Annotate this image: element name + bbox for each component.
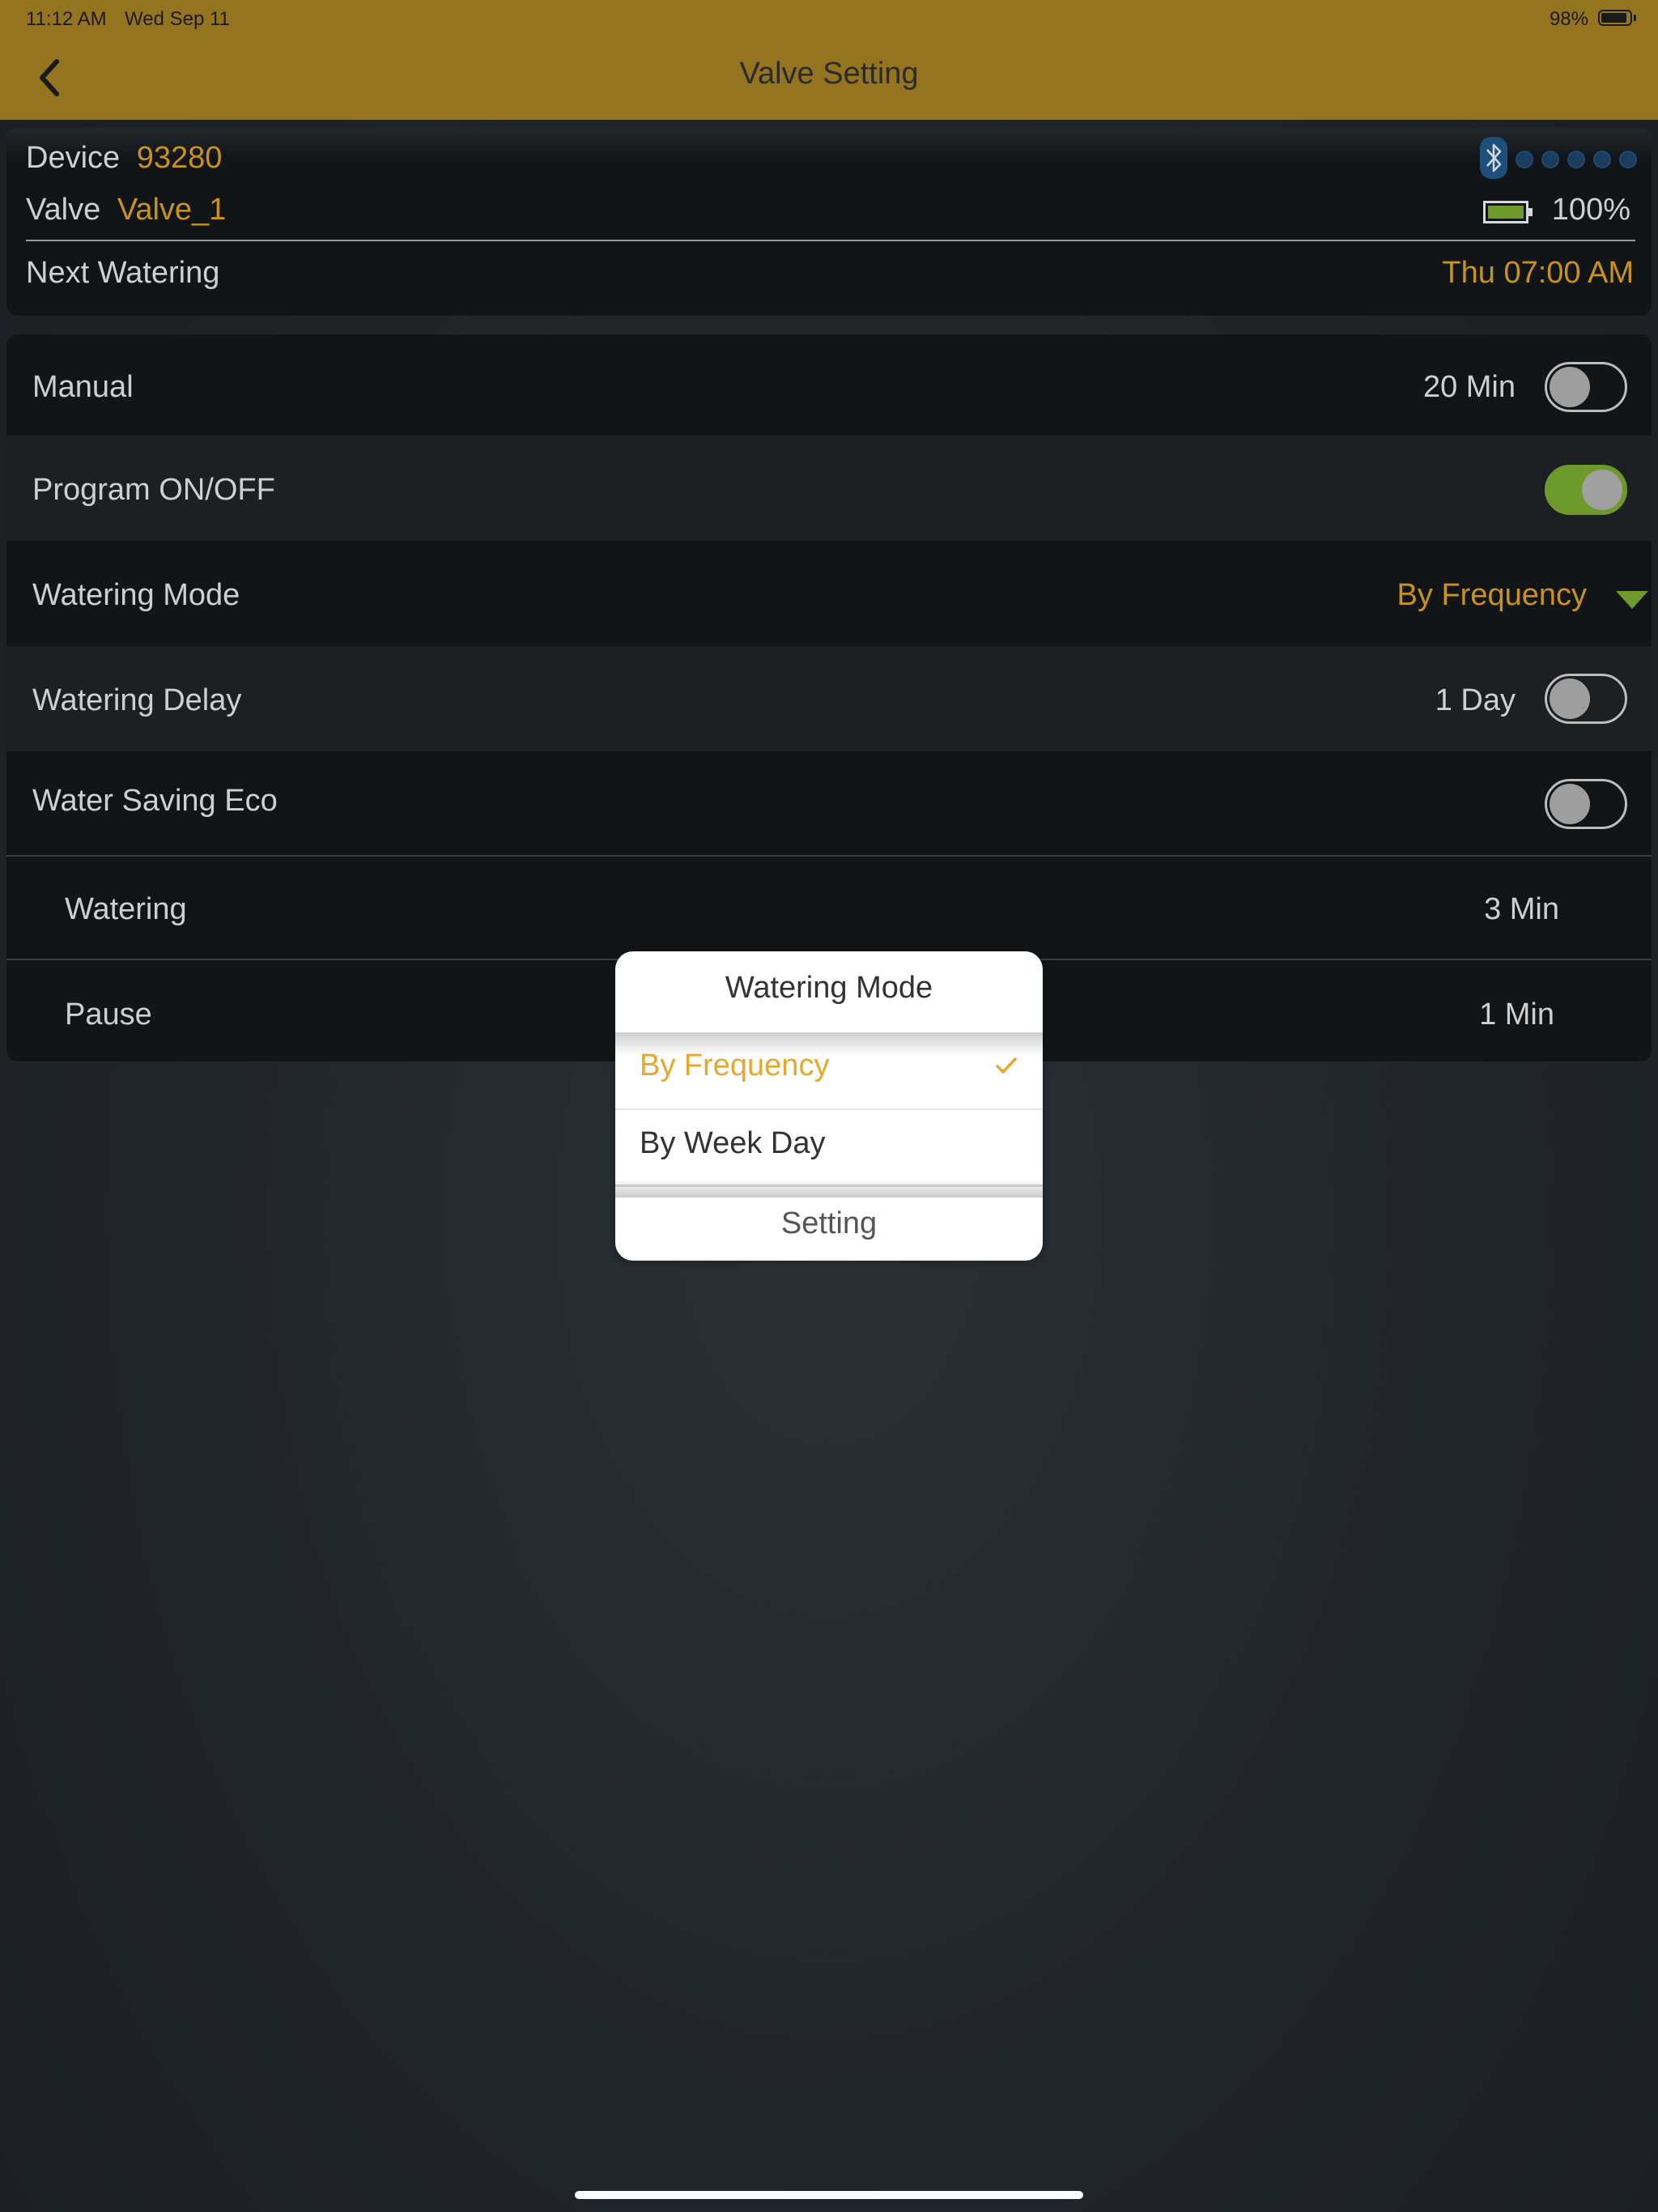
- status-date: Wed Sep 11: [125, 8, 230, 30]
- device-row: Device 93280: [26, 141, 222, 176]
- watering-mode-row[interactable]: Watering Mode By Frequency: [6, 541, 1652, 646]
- eco-watering-label: Watering: [65, 892, 187, 926]
- program-toggle[interactable]: [1545, 465, 1627, 515]
- status-time: 11:12 AM: [26, 8, 107, 30]
- valve-value: Valve_1: [117, 193, 227, 227]
- program-row[interactable]: Program ON/OFF: [6, 436, 1652, 541]
- device-battery-percent: 100%: [1551, 193, 1630, 227]
- next-watering-value: Thu 07:00 AM: [1442, 256, 1634, 290]
- signal-dot-icon: [1567, 151, 1585, 168]
- status-battery-percent: 98%: [1549, 8, 1588, 30]
- eco-watering-value[interactable]: 3 Min: [1484, 892, 1559, 927]
- popup-setting-button[interactable]: Setting: [615, 1206, 1043, 1241]
- eco-watering-row[interactable]: Watering 3 Min: [6, 857, 1652, 959]
- device-value: 93280: [136, 141, 223, 175]
- watering-mode-label: Watering Mode: [32, 578, 240, 612]
- watering-delay-toggle[interactable]: [1545, 674, 1627, 724]
- valve-row: Valve Valve_1: [26, 193, 226, 228]
- watering-mode-popup: Watering Mode By Frequency By Week Day S…: [615, 951, 1043, 1261]
- watering-mode-value[interactable]: By Frequency: [1397, 578, 1587, 613]
- eco-pause-label: Pause: [65, 998, 152, 1032]
- signal-dot-icon: [1516, 151, 1533, 168]
- info-divider: [26, 240, 1635, 241]
- water-saving-eco-row[interactable]: Water Saving Eco: [6, 751, 1652, 855]
- checkmark-icon: [996, 1057, 1017, 1074]
- option-by-frequency[interactable]: By Frequency: [640, 1049, 1018, 1083]
- dropdown-triangle-icon[interactable]: [1616, 591, 1648, 609]
- signal-dot-icon: [1619, 151, 1637, 168]
- option-by-week-day[interactable]: By Week Day: [640, 1126, 825, 1161]
- watering-delay-value[interactable]: 1 Day: [1435, 683, 1516, 718]
- manual-row[interactable]: Manual 20 Min: [6, 334, 1652, 436]
- watering-delay-label: Watering Delay: [32, 683, 242, 717]
- valve-label: Valve: [26, 193, 101, 227]
- next-watering-row: Next Watering: [26, 256, 219, 291]
- next-watering-label: Next Watering: [26, 256, 220, 290]
- option-by-frequency-label: By Frequency: [640, 1049, 830, 1083]
- bluetooth-icon[interactable]: [1480, 137, 1507, 179]
- manual-toggle[interactable]: [1545, 362, 1627, 412]
- home-indicator[interactable]: [575, 2191, 1083, 2199]
- signal-dot-icon: [1593, 151, 1611, 168]
- device-battery-icon: [1483, 201, 1533, 223]
- popup-title: Watering Mode: [725, 971, 933, 1005]
- watering-delay-row[interactable]: Watering Delay 1 Day: [6, 646, 1652, 751]
- device-info-card: Device 93280 Valve Valve_1 Next Watering…: [6, 128, 1652, 316]
- water-saving-eco-label: Water Saving Eco: [32, 784, 278, 818]
- program-label: Program ON/OFF: [32, 473, 275, 507]
- page-title: Valve Setting: [739, 57, 919, 91]
- water-saving-eco-toggle[interactable]: [1545, 779, 1627, 829]
- navigation-header: 11:12 AM Wed Sep 11 98% Valve Setting: [0, 0, 1658, 120]
- manual-duration[interactable]: 20 Min: [1423, 370, 1516, 405]
- eco-pause-value[interactable]: 1 Min: [1479, 998, 1554, 1032]
- status-battery-icon: [1598, 10, 1636, 26]
- device-label: Device: [26, 141, 121, 175]
- signal-dot-icon: [1541, 151, 1559, 168]
- manual-label: Manual: [32, 370, 134, 404]
